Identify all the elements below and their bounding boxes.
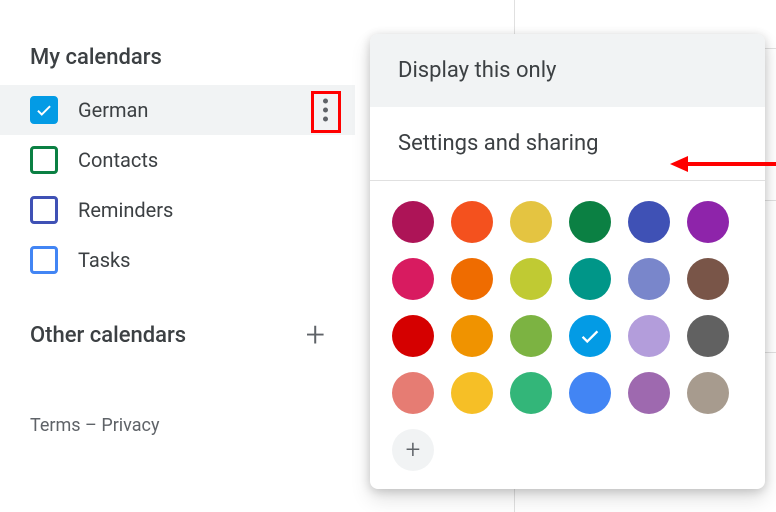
color-swatch[interactable] bbox=[687, 258, 729, 300]
color-swatch[interactable] bbox=[687, 315, 729, 357]
color-swatch[interactable] bbox=[510, 372, 552, 414]
calendar-label: Reminders bbox=[78, 198, 173, 222]
color-swatch[interactable] bbox=[392, 315, 434, 357]
terms-link[interactable]: Terms bbox=[30, 415, 81, 436]
color-swatch[interactable] bbox=[687, 201, 729, 243]
calendar-options-popover: Display this only Settings and sharing + bbox=[370, 34, 765, 489]
color-swatch[interactable] bbox=[687, 372, 729, 414]
calendar-label: Contacts bbox=[78, 148, 158, 172]
color-swatch[interactable] bbox=[628, 315, 670, 357]
color-swatch[interactable] bbox=[451, 372, 493, 414]
color-swatch[interactable] bbox=[510, 315, 552, 357]
color-swatch[interactable] bbox=[451, 201, 493, 243]
my-calendars-title: My calendars bbox=[30, 45, 162, 70]
calendar-checkbox[interactable] bbox=[30, 146, 58, 174]
calendar-label: Tasks bbox=[78, 248, 131, 272]
color-picker-grid: + bbox=[370, 181, 765, 489]
display-only-item[interactable]: Display this only bbox=[370, 34, 765, 107]
color-swatch[interactable] bbox=[392, 201, 434, 243]
color-swatch[interactable] bbox=[569, 201, 611, 243]
check-icon bbox=[579, 325, 601, 347]
color-swatch[interactable] bbox=[628, 258, 670, 300]
my-calendars-header[interactable]: My calendars bbox=[0, 45, 355, 85]
color-swatch[interactable] bbox=[392, 372, 434, 414]
calendar-checkbox[interactable] bbox=[30, 246, 58, 274]
color-swatch[interactable] bbox=[569, 258, 611, 300]
calendar-checkbox[interactable] bbox=[30, 96, 58, 124]
color-swatch[interactable] bbox=[451, 258, 493, 300]
calendar-list: German Contacts Reminders Tasks bbox=[0, 85, 355, 285]
calendar-item-german[interactable]: German bbox=[0, 85, 355, 135]
settings-sharing-item[interactable]: Settings and sharing bbox=[370, 107, 765, 180]
color-swatch[interactable] bbox=[392, 258, 434, 300]
calendar-item-contacts[interactable]: Contacts bbox=[0, 135, 355, 185]
calendar-item-reminders[interactable]: Reminders bbox=[0, 185, 355, 235]
color-swatch[interactable] bbox=[510, 201, 552, 243]
calendar-item-tasks[interactable]: Tasks bbox=[0, 235, 355, 285]
overflow-menu-icon[interactable] bbox=[318, 94, 333, 127]
color-swatch[interactable] bbox=[628, 201, 670, 243]
color-swatch[interactable] bbox=[451, 315, 493, 357]
calendar-checkbox[interactable] bbox=[30, 196, 58, 224]
other-calendars-header[interactable]: Other calendars + bbox=[0, 315, 355, 370]
check-icon bbox=[35, 101, 53, 119]
color-swatch[interactable] bbox=[510, 258, 552, 300]
footer-sep: – bbox=[81, 415, 102, 436]
calendar-sidebar: My calendars German Contacts Reminders Task… bbox=[0, 0, 355, 436]
color-swatch[interactable] bbox=[628, 372, 670, 414]
color-swatch[interactable] bbox=[569, 372, 611, 414]
other-calendars-title: Other calendars bbox=[30, 323, 186, 348]
add-calendar-icon[interactable]: + bbox=[306, 315, 325, 355]
color-swatch[interactable] bbox=[569, 315, 611, 357]
add-custom-color-button[interactable]: + bbox=[392, 429, 434, 471]
footer-links: Terms – Privacy bbox=[0, 415, 355, 436]
privacy-link[interactable]: Privacy bbox=[101, 415, 159, 436]
calendar-label: German bbox=[78, 98, 148, 122]
